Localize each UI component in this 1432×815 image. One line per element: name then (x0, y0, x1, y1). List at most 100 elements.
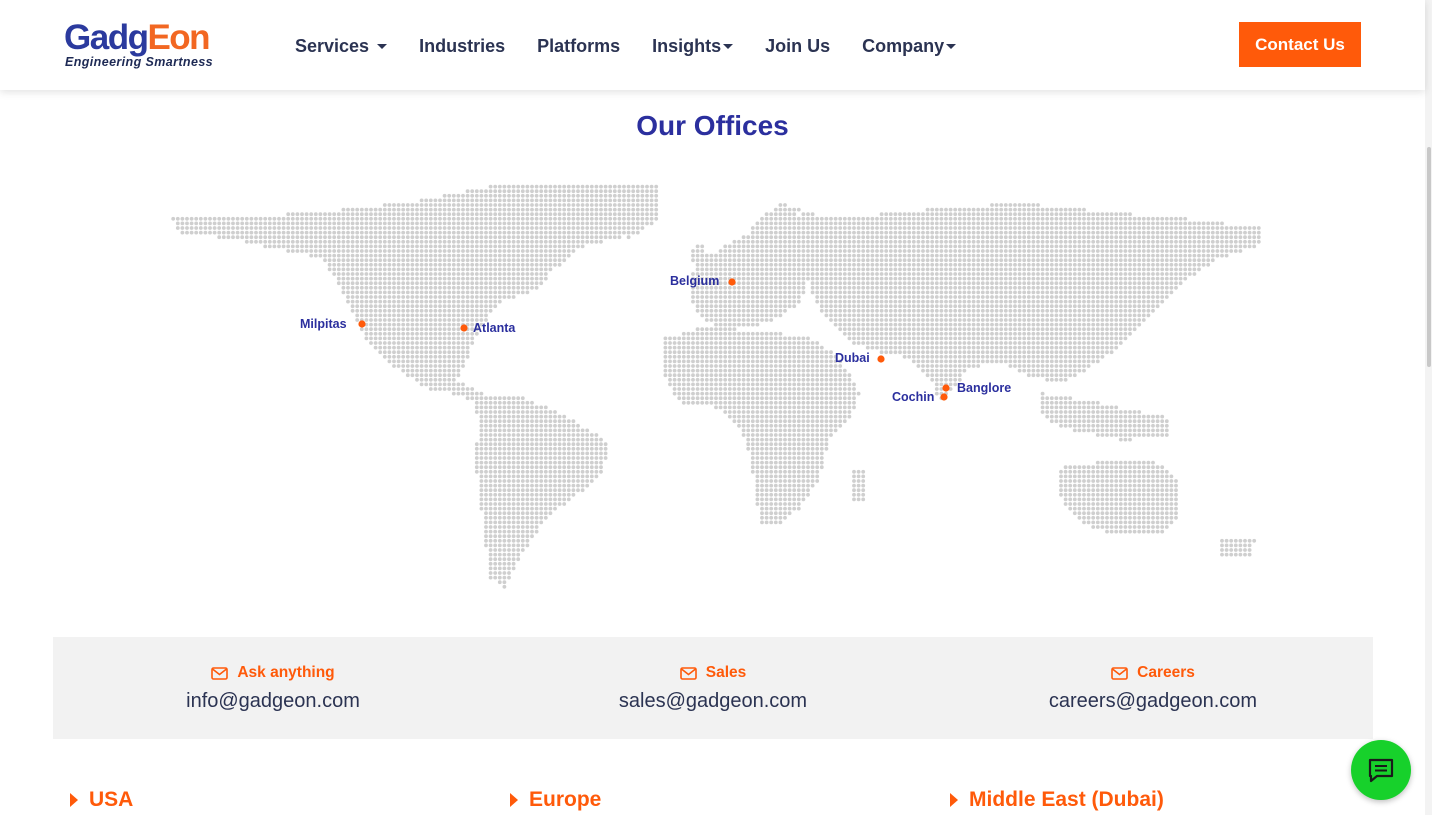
map-dot (401, 226, 406, 230)
map-dot (557, 184, 562, 189)
map-dot (387, 341, 392, 345)
map-dot (686, 331, 691, 336)
nav-insights[interactable]: Insights (652, 36, 734, 57)
map-dot (856, 253, 861, 258)
map-dot (925, 295, 930, 299)
map-dot (1187, 253, 1192, 258)
map-dot (378, 318, 383, 322)
map-dot (833, 258, 838, 263)
map-dot (548, 221, 553, 226)
map-dot (760, 235, 764, 240)
map-dot (1220, 226, 1224, 230)
map-dot (810, 253, 815, 258)
map-dot (359, 304, 364, 309)
map-dot (373, 221, 378, 226)
map-dot (971, 290, 976, 295)
map-dot (921, 212, 925, 217)
map-dot (888, 244, 893, 249)
map-dot (1008, 272, 1013, 276)
map-dot (1040, 322, 1045, 327)
map-dot (438, 276, 442, 281)
map-dot (612, 193, 617, 198)
map-dot (1077, 290, 1082, 295)
map-dot (493, 239, 498, 244)
map-dot (254, 239, 258, 244)
page-scrollbar-thumb[interactable] (1427, 147, 1431, 367)
map-dot (626, 216, 631, 221)
map-dot (833, 216, 838, 221)
map-dot (438, 327, 442, 332)
map-dot (755, 258, 760, 263)
map-dot (631, 230, 636, 235)
map-dot (994, 239, 999, 244)
map-dot (488, 189, 493, 194)
map-dot (723, 322, 728, 327)
map-dot (792, 221, 797, 226)
map-dot (438, 308, 442, 313)
map-dot (994, 345, 999, 350)
map-dot (1013, 313, 1017, 318)
map-dot (893, 276, 898, 281)
map-dot (1123, 267, 1128, 272)
map-dot (769, 290, 774, 295)
map-dot (1215, 244, 1220, 249)
map-dot (438, 336, 442, 341)
map-dot (364, 239, 369, 244)
map-dot (488, 262, 493, 267)
map-dot (484, 267, 488, 272)
map-dot (861, 253, 866, 258)
nav-industries[interactable]: Industries (419, 36, 505, 57)
map-dot (792, 226, 797, 230)
map-dot (1077, 262, 1082, 267)
map-dot (1128, 244, 1132, 249)
map-dot (953, 290, 958, 295)
map-dot (884, 313, 889, 318)
map-dot (594, 189, 599, 194)
map-dot (447, 262, 452, 267)
map-dot (346, 281, 350, 286)
map-dot (847, 304, 852, 309)
map-dot (1105, 308, 1109, 313)
map-dot (493, 267, 498, 272)
map-dot (534, 276, 539, 281)
map-dot (824, 216, 829, 221)
map-dot (700, 331, 705, 336)
map-dot (378, 235, 383, 240)
page-scrollbar-track[interactable] (1425, 0, 1432, 815)
map-dot (571, 235, 576, 240)
contact-us-button[interactable]: Contact Us (1239, 22, 1361, 67)
nav-company[interactable]: Company (862, 36, 957, 57)
map-dot (456, 322, 461, 327)
map-dot (921, 216, 925, 221)
map-dot (801, 341, 806, 345)
map-dot (359, 207, 364, 212)
map-dot (884, 239, 889, 244)
map-dot (451, 276, 456, 281)
map-dot (438, 322, 442, 327)
map-dot (594, 216, 599, 221)
map-dot (447, 299, 452, 304)
map-dot (543, 249, 548, 253)
nav-platforms[interactable]: Platforms (537, 36, 620, 57)
map-dot (778, 276, 783, 281)
map-dot (741, 267, 746, 272)
map-dot (553, 203, 557, 207)
map-dot (930, 341, 935, 345)
map-dot (930, 345, 935, 350)
map-dot (934, 216, 939, 221)
map-dot (1233, 230, 1238, 235)
map-dot (387, 308, 392, 313)
map-dot (1100, 258, 1105, 263)
nav-services[interactable]: Services (295, 36, 388, 57)
map-dot (755, 272, 760, 276)
map-dot (1040, 295, 1045, 299)
map-dot (396, 267, 401, 272)
gadgeon-logo[interactable]: GadgEon Engineering Smartness (64, 18, 224, 74)
map-dot (1091, 221, 1096, 226)
map-dot (962, 216, 967, 221)
map-dot (461, 331, 465, 336)
map-dot (994, 290, 999, 295)
map-dot (769, 304, 774, 309)
map-dot (355, 276, 360, 281)
nav-join-us[interactable]: Join Us (765, 36, 830, 57)
